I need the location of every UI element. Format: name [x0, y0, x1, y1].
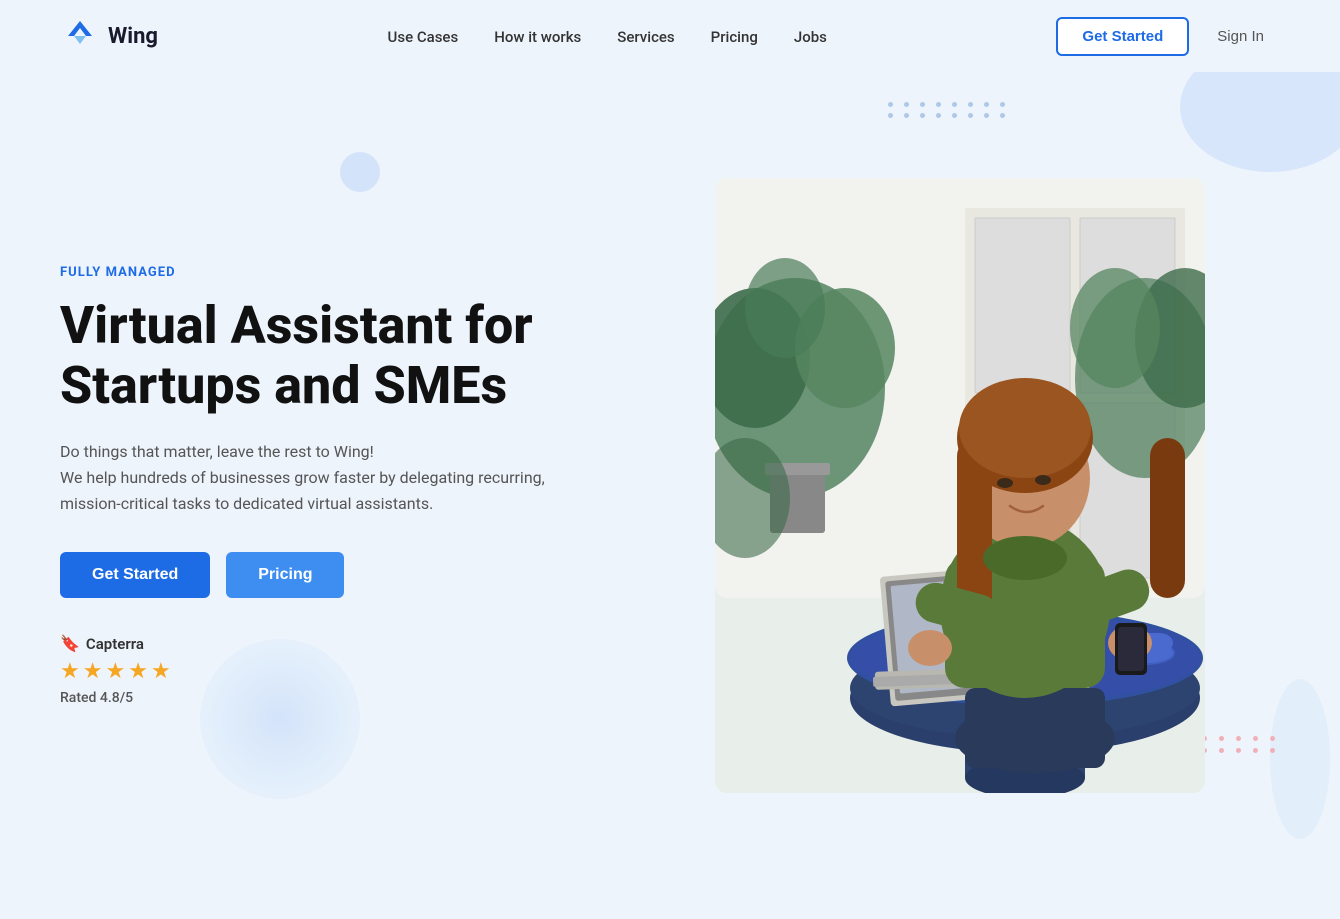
star-3: ★: [105, 659, 125, 684]
star-1: ★: [60, 659, 80, 684]
nav-actions: Get Started Sign In: [1056, 17, 1280, 56]
nav-jobs[interactable]: Jobs: [794, 28, 827, 46]
wing-logo-icon: [60, 16, 100, 56]
star-2: ★: [83, 659, 103, 684]
navbar: Wing Use Cases How it works Services Pri…: [0, 0, 1340, 72]
hero-get-started-button[interactable]: Get Started: [60, 552, 210, 598]
nav-links: Use Cases How it works Services Pricing …: [388, 27, 827, 46]
star-rating: ★ ★ ★ ★ ★: [60, 659, 640, 684]
dots-top-right: [888, 102, 1010, 118]
hero-badge: FULLY MANAGED: [60, 265, 640, 280]
nav-pricing[interactable]: Pricing: [711, 28, 758, 46]
nav-get-started-button[interactable]: Get Started: [1056, 17, 1189, 56]
hero-section: FULLY MANAGED Virtual Assistant for Star…: [0, 72, 1340, 919]
star-5: ★: [151, 659, 171, 684]
star-4: ★: [128, 659, 148, 684]
blob-small-top: [340, 152, 380, 192]
capterra-icon: 🔖: [60, 634, 80, 653]
logo-text: Wing: [108, 24, 158, 49]
nav-how-it-works[interactable]: How it works: [494, 28, 581, 46]
hero-description: Do things that matter, leave the rest to…: [60, 439, 560, 516]
capterra-section: 🔖 Capterra ★ ★ ★ ★ ★ Rated 4.8/5: [60, 634, 640, 706]
nav-services[interactable]: Services: [617, 28, 674, 46]
capterra-name: Capterra: [86, 635, 144, 653]
nav-use-cases[interactable]: Use Cases: [388, 28, 459, 46]
hero-title: Virtual Assistant for Startups and SMEs: [60, 296, 640, 416]
hero-pricing-button[interactable]: Pricing: [226, 552, 344, 598]
logo[interactable]: Wing: [60, 16, 158, 56]
capterra-logo: 🔖 Capterra: [60, 634, 640, 653]
hero-right: [640, 178, 1280, 793]
rating-text: Rated 4.8/5: [60, 690, 640, 706]
hero-buttons: Get Started Pricing: [60, 552, 640, 598]
nav-sign-in-button[interactable]: Sign In: [1201, 19, 1280, 54]
hero-left: FULLY MANAGED Virtual Assistant for Star…: [60, 265, 640, 706]
hero-image: [715, 178, 1205, 793]
hero-illustration: [715, 178, 1205, 793]
blob-top-right: [1180, 72, 1340, 172]
